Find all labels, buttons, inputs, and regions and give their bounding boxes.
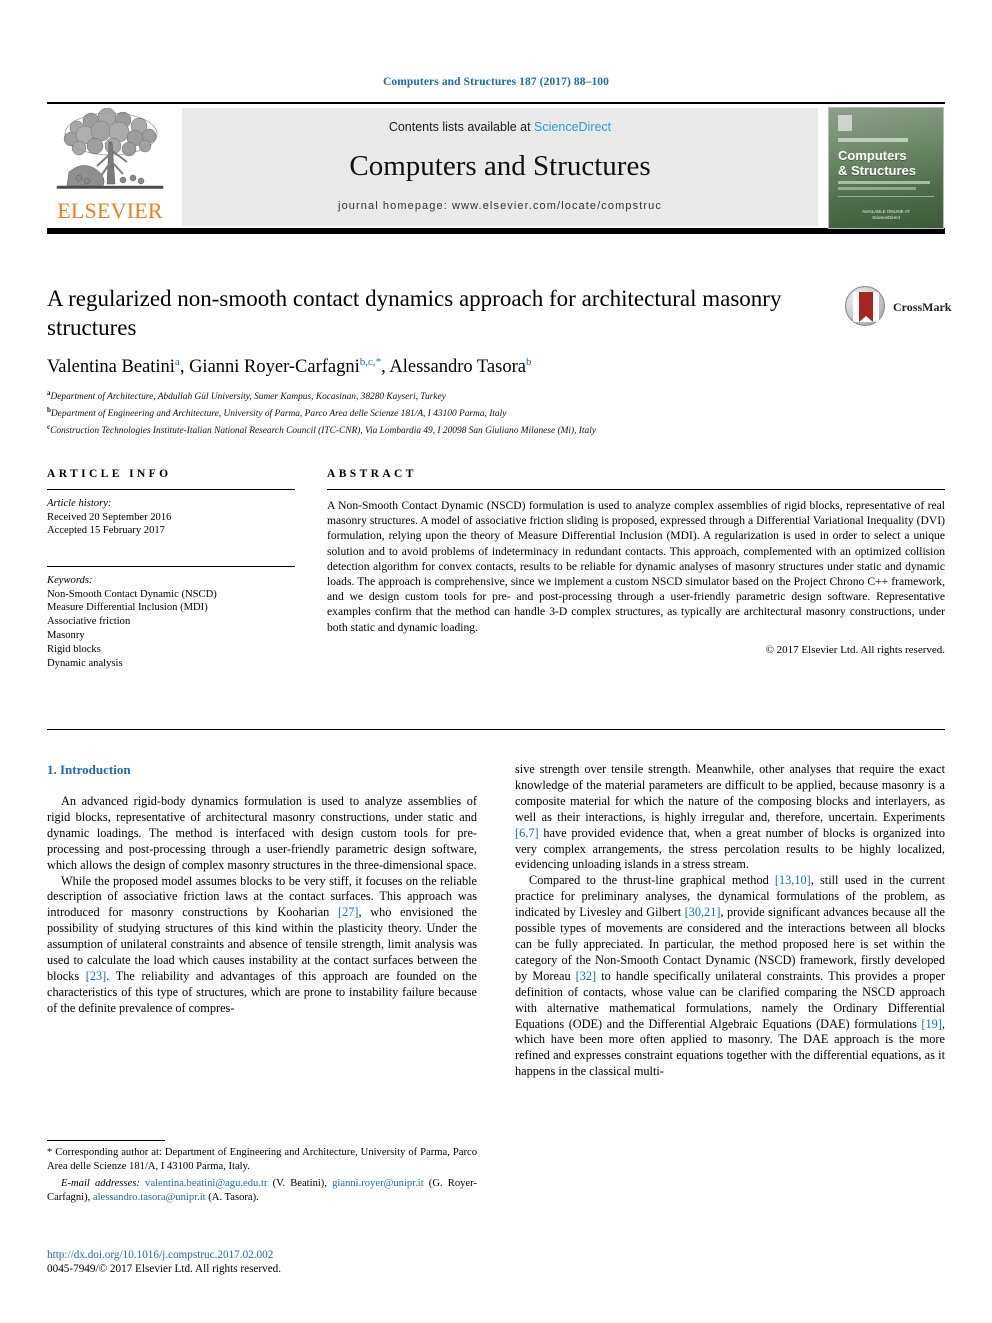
title-block: A regularized non-smooth contact dynamic… [47, 284, 951, 437]
author-entry: Gianni Royer-Carfagnib,c,*, [189, 356, 389, 378]
journal-masthead: ELSEVIER Contents lists available at Sci… [47, 102, 945, 234]
article-history-label: Article history: [47, 498, 112, 509]
keyword-item: Associative friction [47, 616, 131, 628]
footnote-block: * Corresponding author at: Department of… [47, 1140, 477, 1204]
keyword-item: Masonry [47, 629, 85, 641]
abstract-copyright: © 2017 Elsevier Ltd. All rights reserved… [765, 643, 945, 656]
author-name: Gianni Royer-Carfagni [189, 357, 360, 378]
article-received-date: Received 20 September 2016 [47, 511, 172, 523]
author-affil-mark: b,c,* [359, 356, 382, 368]
footnote-rule [47, 1140, 165, 1141]
citation-ref[interactable]: [19] [921, 1017, 942, 1031]
keywords-label: Keywords: [47, 574, 93, 586]
affiliation-item: cConstruction Technologies Institute-Ita… [47, 421, 945, 438]
elsevier-logo: ELSEVIER [49, 108, 171, 226]
cover-inner: Computers & Structures AVAILABLE ONLINE … [829, 108, 943, 228]
author-affil-mark: b [525, 356, 532, 368]
affiliation-list: aDepartment of Architecture, Abdullah Gü… [47, 387, 945, 437]
cover-micro-line [838, 138, 908, 142]
author-name: Valentina Beatini [47, 357, 175, 378]
sciencedirect-link[interactable]: ScienceDirect [534, 120, 611, 134]
cover-foot-line2: ScienceDirect [872, 215, 900, 220]
doi-link[interactable]: http://dx.doi.org/10.1016/j.compstruc.20… [47, 1248, 477, 1262]
article-accepted-date: Accepted 15 February 2017 [47, 525, 165, 537]
crossmark-label: CrossMark [893, 300, 952, 314]
citation-ref[interactable]: [27] [338, 905, 359, 919]
citation-ref[interactable]: [23] [86, 969, 107, 983]
affiliation-text: Construction Technologies Institute-Ital… [50, 425, 596, 436]
page-title: A regularized non-smooth contact dynamic… [47, 286, 782, 340]
doi-block: http://dx.doi.org/10.1016/j.compstruc.20… [47, 1248, 477, 1276]
cover-name-line1: Computers [838, 148, 907, 163]
corresponding-author-note: * Corresponding author at: Department of… [47, 1147, 477, 1172]
email-link[interactable]: valentina.beatini@agu.edu.tr [145, 1178, 267, 1189]
cover-subtitle-bar-1 [838, 181, 930, 184]
article-info-column: ARTICLE INFO Article history: Received 2… [47, 468, 295, 670]
keywords-block: Keywords: Non-Smooth Contact Dynamic (NS… [47, 567, 295, 671]
abstract-text: A Non-Smooth Contact Dynamic (NSCD) form… [327, 499, 945, 634]
email-label: E-mail addresses: [61, 1178, 140, 1190]
keyword-item: Non-Smooth Contact Dynamic (NSCD) [47, 588, 217, 600]
paragraph: sive strength over tensile strength. Mea… [515, 762, 945, 872]
paper-page: Computers and Structures 187 (2017) 88–1… [0, 0, 992, 1323]
author-entry: Alessandro Tasorab [389, 356, 532, 378]
cover-divider [838, 196, 934, 197]
crossmark-bookmark-icon [859, 292, 873, 322]
section-divider-rule [47, 729, 945, 730]
email-owner: (V. Beatini), [267, 1178, 333, 1190]
article-history: Article history: Received 20 September 2… [47, 490, 295, 538]
citation-ref[interactable]: [32] [576, 969, 597, 983]
issn-copyright-line: 0045-7949/© 2017 Elsevier Ltd. All right… [47, 1263, 282, 1275]
affiliation-item: bDepartment of Engineering and Architect… [47, 404, 945, 421]
email-addresses-note: E-mail addresses: valentina.beatini@agu.… [47, 1177, 477, 1204]
author-list: Valentina Beatinia, Gianni Royer-Carfagn… [47, 356, 945, 378]
cover-elsevier-mark-icon [838, 115, 852, 131]
author-entry: Valentina Beatinia, [47, 356, 190, 378]
author-name: Alessandro Tasora [389, 357, 526, 378]
elsevier-wordmark: ELSEVIER [57, 198, 163, 223]
email-owner: (A. Tasora). [205, 1191, 259, 1203]
email-link[interactable]: gianni.royer@unipr.it [332, 1178, 424, 1189]
affiliation-text: Department of Architecture, Abdullah Gül… [50, 392, 446, 403]
affiliation-item: aDepartment of Architecture, Abdullah Gü… [47, 387, 945, 404]
article-info-heading: ARTICLE INFO [47, 468, 172, 480]
masthead-bottom-rule [47, 228, 945, 234]
paragraph: An advanced rigid-body dynamics formulat… [47, 794, 477, 872]
keyword-item: Dynamic analysis [47, 657, 123, 669]
affiliation-text: Department of Engineering and Architectu… [50, 409, 507, 419]
masthead-grey-band: Contents lists available at ScienceDirec… [182, 108, 818, 226]
journal-cover-thumbnail[interactable]: Computers & Structures AVAILABLE ONLINE … [828, 107, 944, 229]
keyword-item: Rigid blocks [47, 643, 101, 655]
contents-available-line: Contents lists available at ScienceDirec… [182, 120, 818, 134]
contents-prefix: Contents lists available at [388, 120, 535, 134]
masthead-body: ELSEVIER Contents lists available at Sci… [47, 104, 945, 229]
paragraph: While the proposed model assumes blocks … [47, 873, 477, 1015]
journal-title: Computers and Structures [349, 150, 651, 182]
journal-homepage-link[interactable]: journal homepage: www.elsevier.com/locat… [182, 200, 818, 212]
running-head: Computers and Structures 187 (2017) 88–1… [383, 76, 609, 88]
cover-name-line2: & Structures [838, 163, 917, 178]
body-right-column: sive strength over tensile strength. Mea… [515, 762, 945, 1080]
cover-subtitle-bar-2 [838, 187, 916, 190]
cover-journal-name: Computers & Structures [838, 148, 936, 178]
paragraph: Compared to the thrust-line graphical me… [515, 873, 946, 1079]
elsevier-tree-icon [56, 108, 164, 189]
citation-ref[interactable]: [13,10] [775, 873, 811, 887]
citation-ref[interactable]: [6,7] [515, 826, 539, 840]
author-separator: , [179, 357, 190, 378]
body-left-column: 1. Introduction An advanced rigid-body d… [47, 762, 477, 1017]
email-link[interactable]: alessandro.tasora@unipr.it [93, 1192, 206, 1203]
crossmark-circle-icon [845, 286, 885, 326]
keyword-item: Measure Differential Inclusion (MDI) [47, 602, 208, 614]
section-heading-introduction: 1. Introduction [47, 762, 131, 777]
abstract-heading: ABSTRACT [327, 468, 417, 480]
cover-footer: AVAILABLE ONLINE AT ScienceDirect [829, 209, 943, 221]
citation-ref[interactable]: [30,21] [685, 905, 721, 919]
abstract-column: ABSTRACT A Non-Smooth Contact Dynamic (N… [327, 468, 945, 656]
crossmark-badge[interactable]: CrossMark [845, 286, 951, 332]
